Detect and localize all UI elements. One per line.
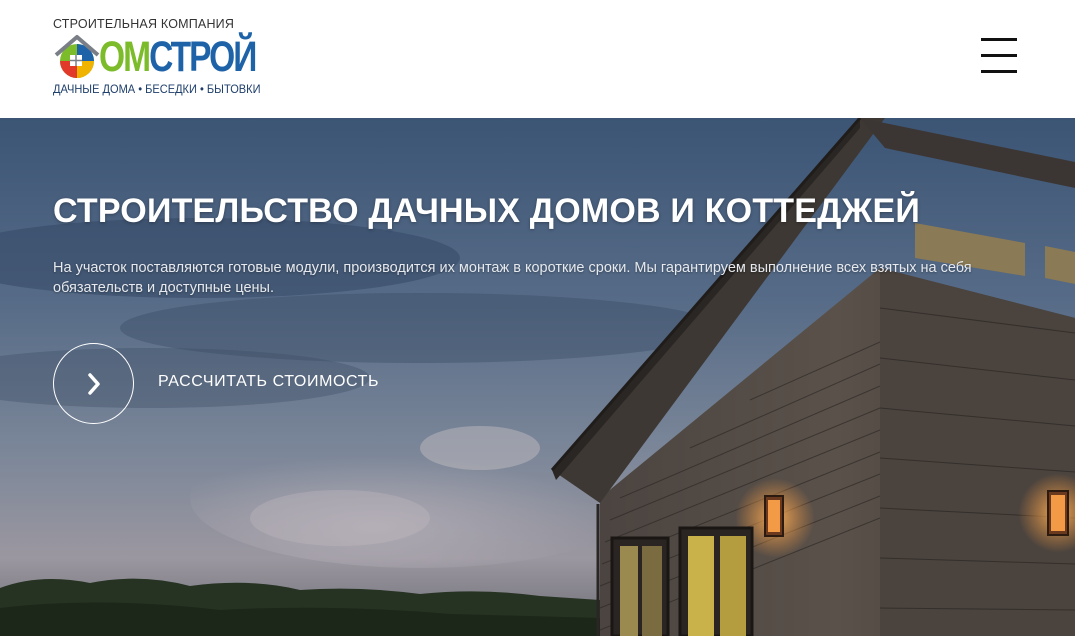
logo-wordmark: ОМСТРОЙ [99,29,257,85]
hamburger-menu-bar [981,70,1017,73]
logo-word-part2: СТРОЙ [149,33,257,81]
hamburger-menu-icon [981,38,1017,41]
company-logo[interactable]: СТРОИТЕЛЬНАЯ КОМПАНИЯ ОМСТРОЙ ДАЧНЫЕ ДОМ… [53,15,283,100]
house-logo-icon [54,35,100,78]
hamburger-menu-button[interactable] [978,36,1020,76]
hero-title: СТРОИТЕЛЬСТВО ДАЧНЫХ ДОМОВ И КОТТЕДЖЕЙ [53,192,920,230]
logo-word-part1: ОМ [99,33,151,81]
hero-description: На участок поставляются готовые модули, … [53,260,972,296]
calculate-cost-button[interactable]: РАССЧИТАТЬ СТОИМОСТЬ [53,343,413,425]
hamburger-menu-bar [981,54,1017,57]
site-header: СТРОИТЕЛЬНАЯ КОМПАНИЯ ОМСТРОЙ ДАЧНЫЕ ДОМ… [0,0,1075,118]
chevron-right-icon [88,373,100,395]
logo-tagline-bottom: ДАЧНЫЕ ДОМА • БЕСЕДКИ • БЫТОВКИ [53,82,261,96]
hero-banner: СТРОИТЕЛЬСТВО ДАЧНЫХ ДОМОВ И КОТТЕДЖЕЙ Н… [0,118,1075,636]
cta-circle[interactable] [53,343,134,424]
calculate-cost-label[interactable]: РАССЧИТАТЬ СТОИМОСТЬ [158,373,379,391]
